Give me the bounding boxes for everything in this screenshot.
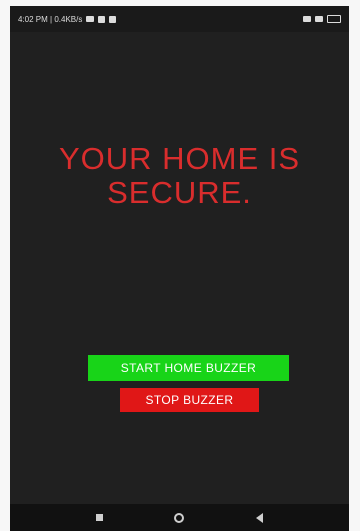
security-status-title: YOUR HOME IS SECURE.	[10, 141, 349, 211]
message-icon	[109, 15, 117, 23]
security-status-line-1: YOUR HOME IS	[58, 141, 301, 176]
security-status-line-2: SECURE.	[107, 175, 252, 211]
battery-icon	[327, 15, 341, 23]
start-home-buzzer-button[interactable]: START HOME BUZZER	[88, 355, 289, 381]
video-icon	[86, 16, 95, 22]
back-icon[interactable]	[256, 512, 264, 523]
status-time-speed: 4:02 PM | 0.4KB/s	[18, 14, 83, 24]
phone-screen: 4:02 PM | 0.4KB/s YOUR HOME IS SECURE. S…	[10, 6, 349, 531]
status-left: 4:02 PM | 0.4KB/s	[18, 14, 117, 24]
signal-icon	[315, 16, 323, 22]
status-bar: 4:02 PM | 0.4KB/s	[10, 6, 349, 32]
home-icon[interactable]	[174, 512, 185, 523]
recent-apps-icon[interactable]	[95, 514, 103, 521]
navigation-bar	[10, 504, 349, 531]
stop-buzzer-button[interactable]: STOP BUZZER	[120, 388, 259, 412]
notification-icon	[98, 15, 106, 23]
app-content: YOUR HOME IS SECURE. START HOME BUZZER S…	[10, 32, 349, 510]
sim-icon	[303, 16, 311, 22]
status-right	[303, 15, 341, 23]
